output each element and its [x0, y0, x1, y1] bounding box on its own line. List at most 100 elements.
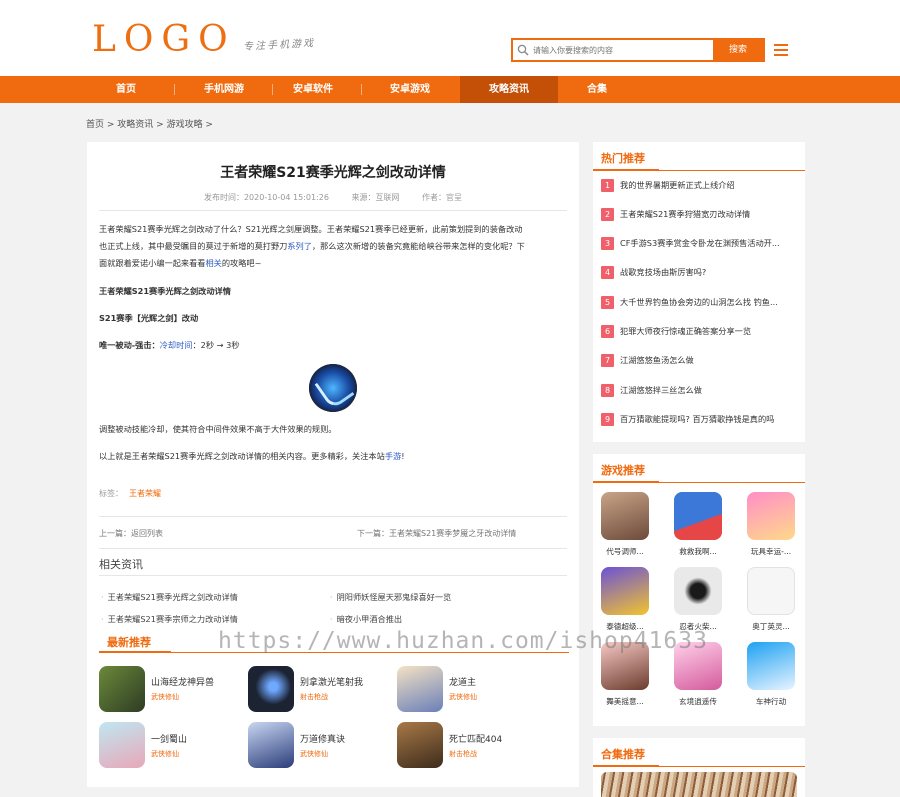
- rec-game-thumb[interactable]: [747, 642, 795, 690]
- hot-item[interactable]: 9 百万猜歌能提现吗? 百万猜歌挣钱是真的吗: [601, 413, 799, 429]
- game-thumb-deathmatch[interactable]: [397, 722, 443, 768]
- article-title: 王者荣耀S21赛季光辉之剑改动详情: [220, 165, 446, 181]
- skill-cooldown-link[interactable]: 冷却时间: [160, 340, 193, 350]
- rec-game-name[interactable]: 车神行动: [743, 696, 799, 707]
- game-thumb-yijianshushan[interactable]: [99, 722, 145, 768]
- related-news-title: 相关资讯: [99, 558, 143, 571]
- hot-item[interactable]: 5 大千世界钓鱼协会旁边的山洞怎么找 钓鱼...: [601, 296, 799, 312]
- rec-game-thumb[interactable]: [601, 567, 649, 615]
- collection-recommend-title: 合集推荐: [601, 748, 645, 761]
- latest-recommend-title: 最新推荐: [107, 636, 151, 649]
- intro-link-series[interactable]: 系列了: [287, 241, 312, 251]
- game-name[interactable]: 山海经龙神异兽: [151, 675, 214, 688]
- skill-change: 唯一被动-强击：冷却时间：2秒 → 3秒: [99, 337, 567, 354]
- hot-item[interactable]: 3 CF手游S3赛季赏金令卧龙在渊预售活动开...: [601, 237, 799, 253]
- article-meta: 发布时间：2020-10-04 15:01:26 来源：互联网 作者：官呈: [87, 192, 579, 203]
- game-thumb-shanhaijing[interactable]: [99, 666, 145, 712]
- hot-item[interactable]: 7 江湖悠悠鱼汤怎么做: [601, 354, 799, 370]
- hot-item[interactable]: 6 犯罪大师夜行惊魂正确答案分享一览: [601, 325, 799, 341]
- hot-recommend-box: 热门推荐 1 我的世界暑期更新正式上线介绍 2 王者荣耀S21赛季狩猎宽刃改动详情 …: [593, 142, 805, 442]
- item-icon-image: [309, 364, 357, 412]
- game-thumb-longdaozhu[interactable]: [397, 666, 443, 712]
- game-name[interactable]: 万道修真诀: [300, 732, 345, 745]
- hamburger-menu-icon[interactable]: [774, 44, 788, 56]
- next-article-link[interactable]: 下一篇：王者荣耀S21赛季梦魇之牙改动详情: [357, 528, 516, 539]
- rec-game-name[interactable]: 玩具幸运-...: [743, 546, 799, 557]
- hot-recommend-title: 热门推荐: [601, 152, 645, 165]
- rank-badge: 2: [601, 208, 614, 221]
- rank-badge: 9: [601, 413, 614, 426]
- article-heading-1: 王者荣耀S21赛季光辉之剑改动详情: [99, 286, 231, 296]
- rank-badge: 7: [601, 354, 614, 367]
- article-author: 作者：官呈: [422, 193, 463, 202]
- related-item[interactable]: 暗夜小甲酒合推出: [330, 613, 403, 625]
- rec-game-thumb[interactable]: [674, 492, 722, 540]
- rec-game-thumb[interactable]: [747, 492, 795, 540]
- nav-item-android-software[interactable]: 安卓软件: [264, 76, 362, 103]
- rec-game-name[interactable]: 救救我啊...: [670, 546, 726, 557]
- intro-text-2: 也正式上线，其中最受瞩目的莫过于新增的莫打野刀: [99, 241, 288, 251]
- game-thumb-wandaoxiuzhen[interactable]: [248, 722, 294, 768]
- nav-item-home[interactable]: 首页: [77, 76, 175, 103]
- site-slogan: 专注手机游戏: [242, 38, 316, 53]
- rank-badge: 3: [601, 237, 614, 250]
- nav-item-collections[interactable]: 合集: [548, 76, 646, 103]
- tags-label: 标签：: [99, 489, 123, 498]
- rank-badge: 1: [601, 179, 614, 192]
- rank-badge: 4: [601, 266, 614, 279]
- rec-game-name[interactable]: 玄境逍遥传: [670, 696, 726, 707]
- intro-text-3: ，那么这次新增的装备究竟能给峡谷带来怎样的变化呢？下: [311, 241, 525, 251]
- search-input[interactable]: [533, 42, 713, 58]
- game-category: 武侠修仙: [151, 750, 179, 758]
- collection-recommend-underline: [593, 765, 805, 767]
- related-item[interactable]: 阴阳师妖怪屋天邪鬼绿喜好一览: [330, 591, 452, 603]
- game-name[interactable]: 死亡匹配404: [449, 732, 502, 745]
- rec-game-thumb[interactable]: [674, 567, 722, 615]
- breadcrumb-game-guides[interactable]: 游戏攻略 >: [167, 120, 213, 130]
- game-category: 武侠修仙: [151, 693, 179, 701]
- collection-banner-image[interactable]: [601, 772, 797, 797]
- game-recommend-box: 游戏推荐 代号调师... 救救我啊... 玩具幸运-... 泰德超级... 忍者…: [593, 454, 805, 726]
- game-recommend-title: 游戏推荐: [601, 464, 645, 477]
- game-name[interactable]: 龙道主: [449, 675, 476, 688]
- search-icon: [517, 44, 529, 56]
- rec-game-name[interactable]: 代号调师...: [597, 546, 653, 557]
- breadcrumb: 首页 > 攻略资讯 > 游戏攻略 >: [86, 117, 213, 130]
- rec-game-name[interactable]: 舞美摇意...: [597, 696, 653, 707]
- hot-item[interactable]: 2 王者荣耀S21赛季狩猎宽刃改动详情: [601, 208, 799, 224]
- article-source: 来源：互联网: [351, 193, 400, 202]
- hot-item[interactable]: 8 江湖悠悠拌三丝怎么做: [601, 384, 799, 400]
- rec-game-thumb[interactable]: [601, 492, 649, 540]
- prev-article-link[interactable]: 上一篇：返回列表: [99, 528, 163, 539]
- collection-recommend-box: 合集推荐: [593, 738, 805, 797]
- skill-value: ：2秒 → 3秒: [192, 340, 240, 350]
- rec-game-name[interactable]: 奥丁英灵...: [743, 621, 799, 632]
- game-category: 武侠修仙: [300, 750, 328, 758]
- site-logo[interactable]: LOGO: [92, 18, 236, 62]
- main-nav: 首页 手机网游 安卓软件 安卓游戏 攻略资讯 合集: [0, 76, 900, 103]
- game-thumb-laser[interactable]: [248, 666, 294, 712]
- tag-link[interactable]: 王者荣耀: [129, 489, 161, 498]
- breadcrumb-guides-news[interactable]: 攻略资讯 >: [117, 120, 163, 130]
- article-intro: 王者荣耀S21赛季光辉之剑改动了什么？S21光辉之剑厘调整。王者荣耀S21赛季已…: [99, 221, 567, 272]
- publish-time: 发布时间：2020-10-04 15:01:26: [203, 193, 329, 202]
- hot-item[interactable]: 1 我的世界暑期更新正式上线介绍: [601, 179, 799, 195]
- game-category: 武侠修仙: [449, 693, 477, 701]
- meta-divider: [99, 210, 567, 211]
- related-item[interactable]: 王者荣耀S21赛季宗师之力改动详情: [101, 613, 238, 625]
- hot-item[interactable]: 4 战歌竞技场由斯厉害吗?: [601, 266, 799, 282]
- nav-item-online-games[interactable]: 手机网游: [175, 76, 273, 103]
- nav-item-android-games[interactable]: 安卓游戏: [361, 76, 459, 103]
- breadcrumb-home[interactable]: 首页 >: [86, 120, 114, 130]
- body-link-mobile-games[interactable]: 手游: [385, 451, 401, 461]
- search-button[interactable]: 搜索: [713, 40, 763, 60]
- intro-link-related[interactable]: 相关: [205, 258, 221, 268]
- game-name[interactable]: 一剑蜀山: [151, 732, 187, 745]
- search-form: 搜索: [511, 38, 765, 62]
- rank-badge: 8: [601, 384, 614, 397]
- related-item[interactable]: 王者荣耀S21赛季光辉之剑改动详情: [101, 591, 238, 603]
- rec-game-thumb[interactable]: [747, 567, 795, 615]
- game-name[interactable]: 别拿激光笔射我: [300, 675, 363, 688]
- nav-item-guides-news[interactable]: 攻略资讯: [460, 76, 558, 103]
- intro-text-1: 王者荣耀S21赛季光辉之剑改动了什么？S21光辉之剑厘调整。王者荣耀S21赛季已…: [99, 224, 523, 234]
